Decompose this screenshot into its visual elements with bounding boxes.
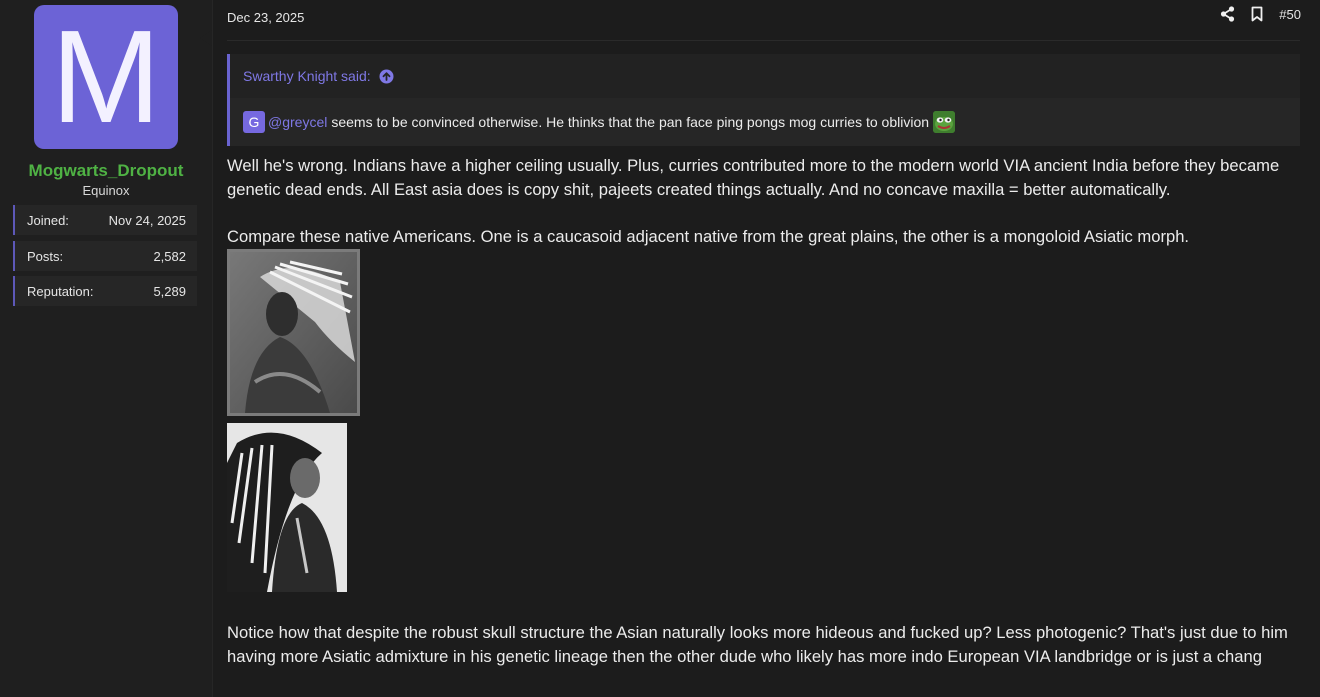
native-portrait-image-2[interactable] — [227, 423, 347, 592]
stat-label: Posts: — [27, 248, 64, 264]
post-pointer-arrow — [200, 30, 212, 46]
mention-link[interactable]: @greycel — [268, 114, 327, 130]
stat-label: Reputation: — [27, 283, 94, 299]
stat-reputation: Reputation: 5,289 — [13, 276, 197, 306]
quote-body: G @greycel seems to be convinced otherwi… — [230, 98, 1300, 146]
pepe-emoji-icon — [933, 111, 956, 133]
stat-value: 5,289 — [153, 283, 186, 299]
post-actions: #50 — [1219, 6, 1301, 22]
avatar-letter: M — [51, 3, 161, 150]
post-paragraph: Notice how that despite the robust skull… — [227, 623, 1288, 666]
native-portrait-image-1[interactable] — [227, 249, 360, 416]
username-link[interactable]: Mogwarts_Dropout — [0, 161, 212, 181]
user-title: Equinox — [82, 183, 130, 198]
quote-header: Swarthy Knight said: — [230, 54, 1300, 98]
quote-author-link[interactable]: Swarthy Knight said: — [243, 68, 371, 84]
quote-block: Swarthy Knight said: G @greycel seems to… — [227, 54, 1300, 146]
stat-posts: Posts: 2,582 — [13, 241, 197, 271]
arrow-up-circle-icon[interactable] — [379, 69, 394, 84]
mention-avatar[interactable]: G — [243, 111, 265, 133]
avatar[interactable]: M — [34, 5, 178, 149]
stat-joined: Joined: Nov 24, 2025 — [13, 205, 197, 235]
bookmark-icon[interactable] — [1249, 6, 1265, 22]
user-info-column: M Mogwarts_Dropout Equinox Joined: Nov 2… — [0, 0, 213, 697]
post-number-link[interactable]: #50 — [1279, 7, 1301, 22]
stat-value: 2,582 — [153, 248, 186, 264]
post-paragraph: Well he's wrong. Indians have a higher c… — [227, 156, 1280, 199]
stat-value: Nov 24, 2025 — [108, 212, 186, 228]
quote-text: seems to be convinced otherwise. He thin… — [331, 114, 930, 130]
stat-label: Joined: — [27, 212, 69, 228]
share-icon[interactable] — [1219, 6, 1235, 22]
post-paragraph: Compare these native Americans. One is a… — [227, 227, 1190, 246]
post-date-link[interactable]: Dec 23, 2025 — [227, 10, 304, 25]
header-divider — [227, 40, 1300, 41]
